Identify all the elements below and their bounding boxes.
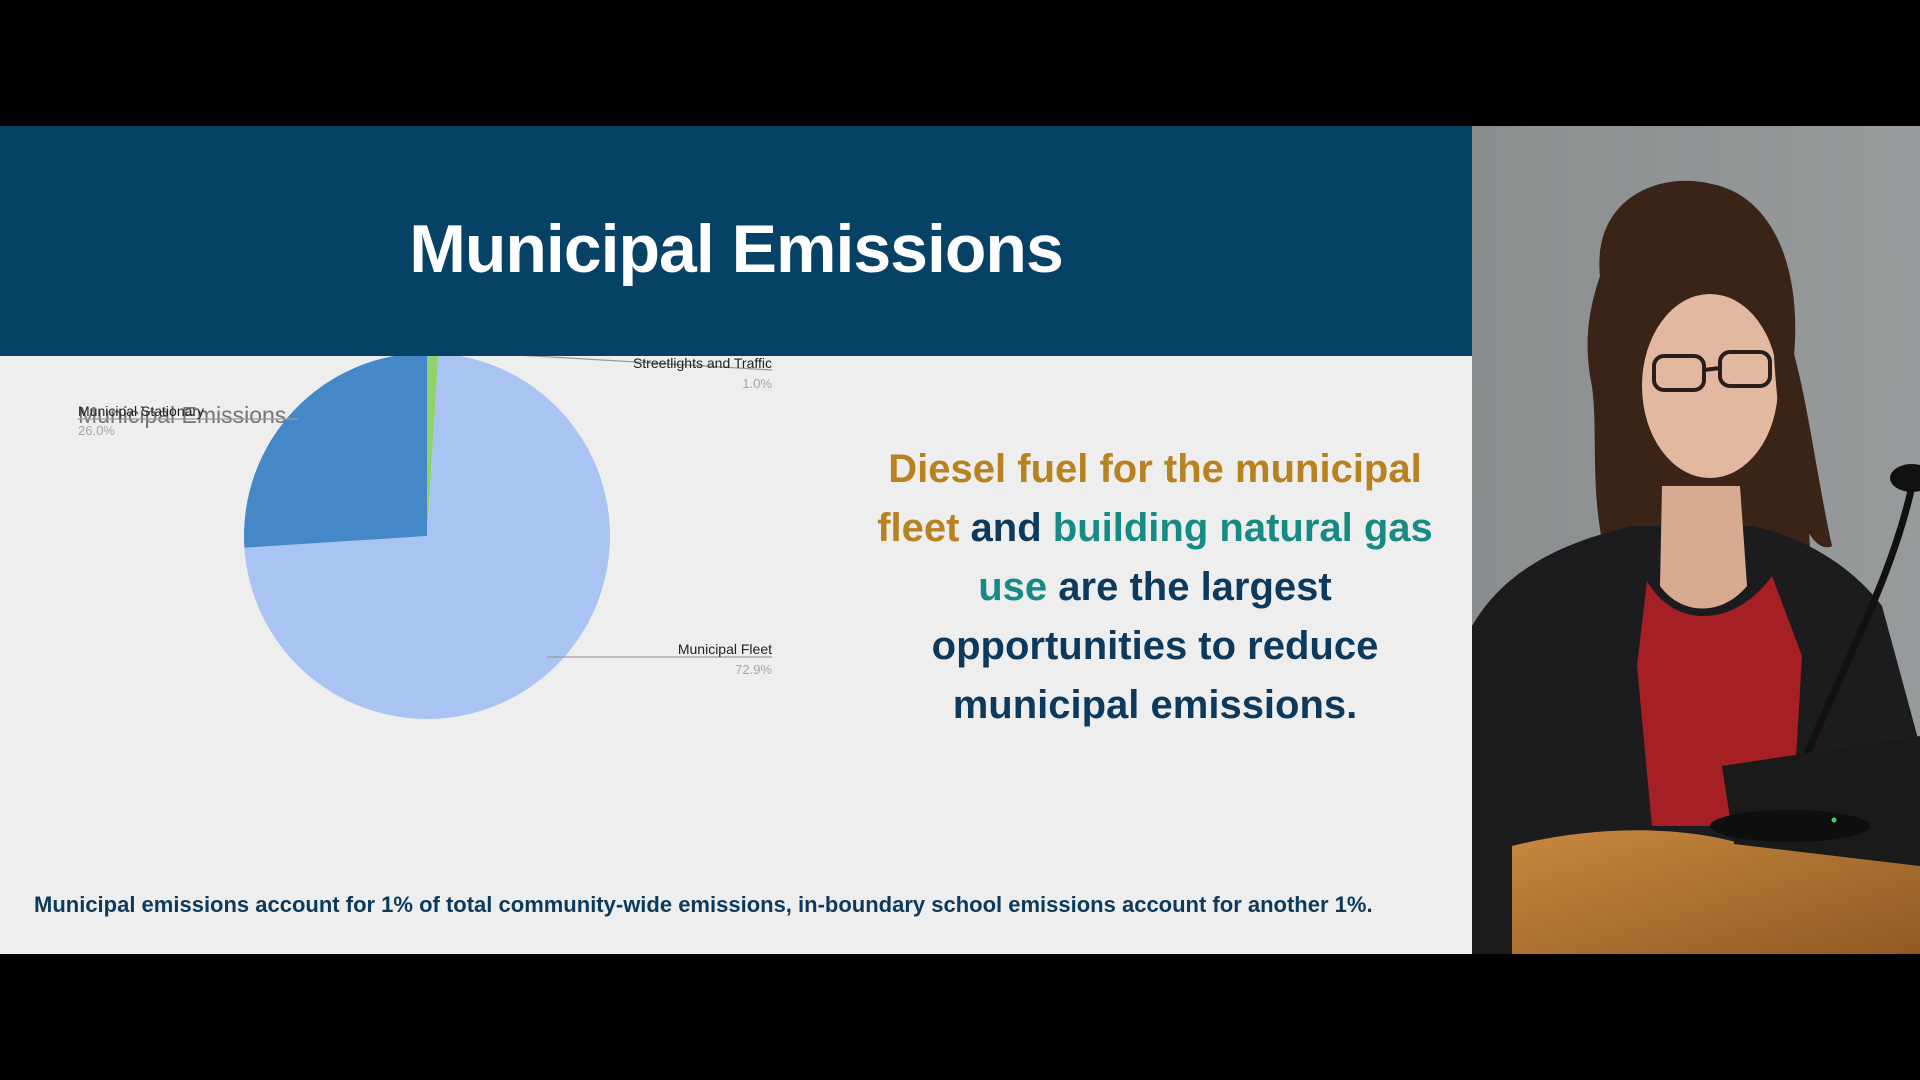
speaker-video-panel [1472, 126, 1920, 954]
speaker-image [1472, 126, 1920, 954]
pie-chart: Municipal Emissions Streetlights and Tra… [78, 356, 772, 719]
slide-header-banner: Municipal Emissions [0, 126, 1472, 356]
callout-connector: and [959, 506, 1053, 550]
slide-footnote: Municipal emissions account for 1% of to… [34, 892, 1373, 917]
slice-label-streetlights: Streetlights and Traffic [633, 356, 772, 371]
key-takeaway-callout: Diesel fuel for the municipal fleet and … [860, 440, 1450, 735]
slice-pct-fleet: 72.9% [735, 662, 772, 677]
pie-slices [244, 356, 610, 719]
slice-pct-streetlights: 1.0% [742, 376, 772, 391]
slice-label-stationary: Municipal Stationary [78, 403, 204, 419]
slice-label-fleet: Municipal Fleet [678, 641, 772, 657]
slice-pct-stationary: 26.0% [78, 423, 115, 438]
presentation-slide: Municipal Emissions Municipal Emissions … [0, 126, 1472, 954]
pie-slice-municipal-stationary [244, 356, 427, 548]
slide-title: Municipal Emissions [409, 211, 1064, 287]
